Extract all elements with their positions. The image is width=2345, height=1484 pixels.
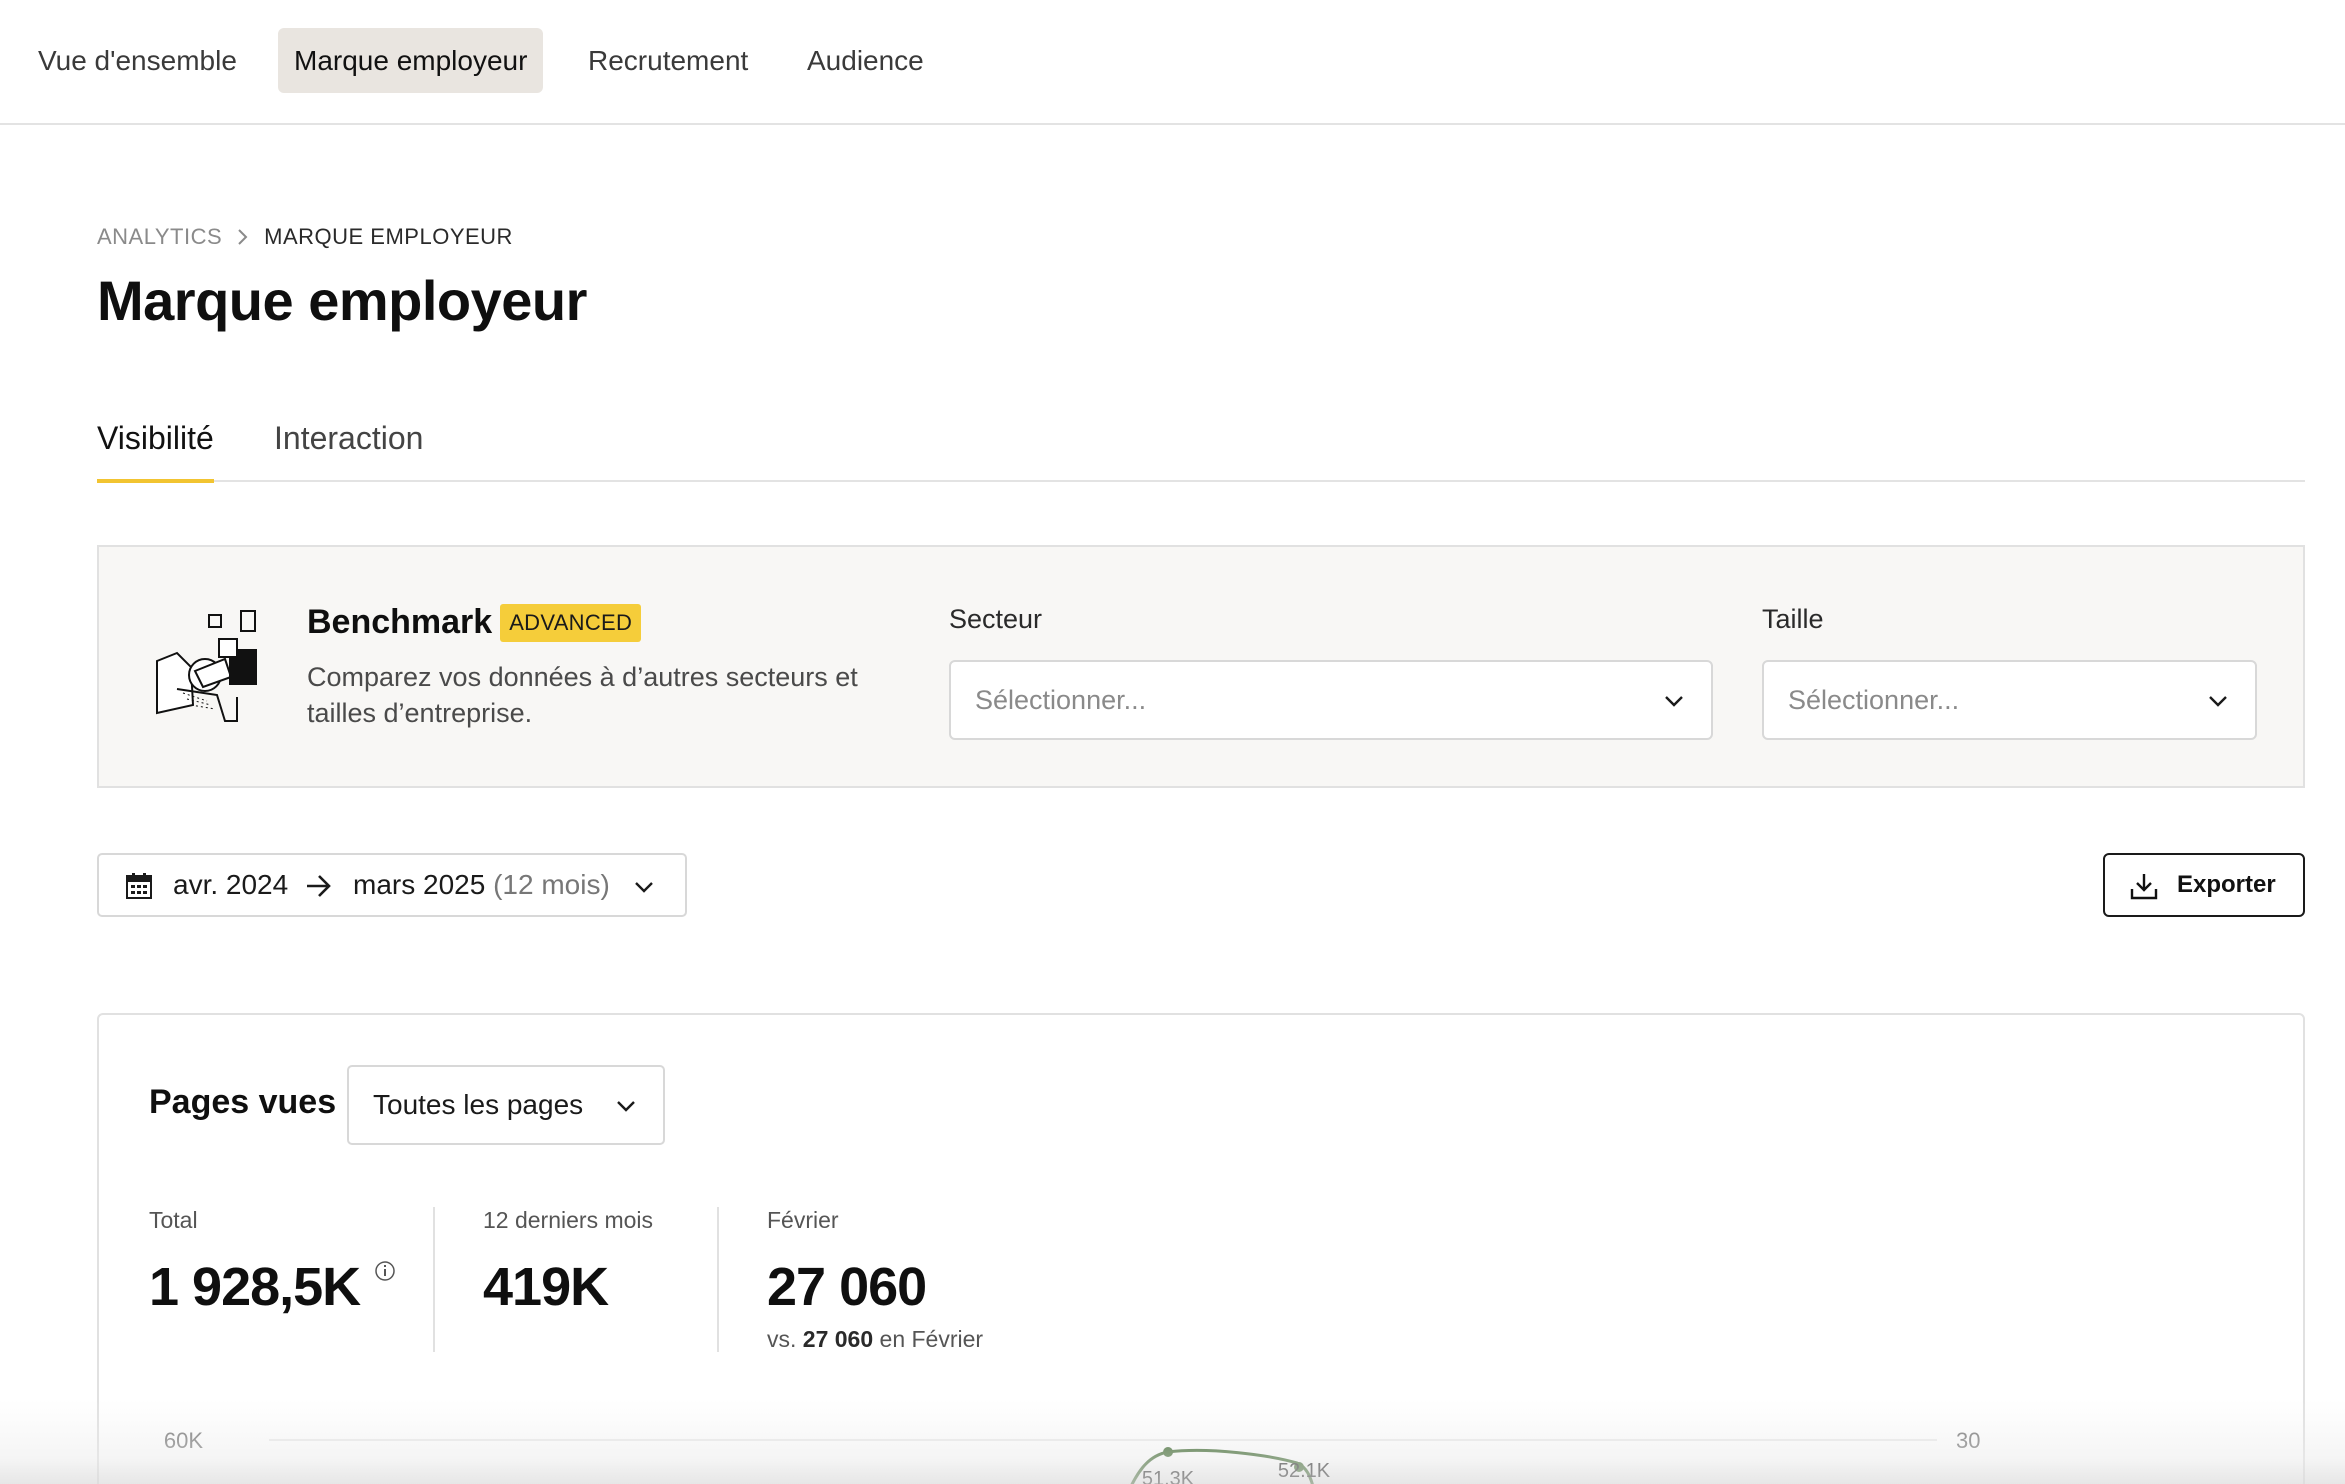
sector-label: Secteur <box>949 604 1043 634</box>
date-duration: (12 mois) <box>493 869 610 900</box>
telescope-illustration-icon <box>156 610 257 722</box>
nav-tab-recruitment[interactable]: Recrutement <box>572 28 764 93</box>
breadcrumb-current: MARQUE EMPLOYEUR <box>264 224 513 249</box>
data-label: 51.3K <box>1142 1468 1195 1484</box>
nav-tab-overview[interactable]: Vue d'ensemble <box>22 28 253 93</box>
chevron-down-icon <box>635 882 653 893</box>
export-button[interactable]: Exporter <box>2103 853 2305 917</box>
chevron-right-icon <box>238 229 248 245</box>
page-title: Marque employeur <box>97 269 587 332</box>
nav-tab-employer-brand[interactable]: Marque employeur <box>278 28 544 93</box>
sector-placeholder: Sélectionner... <box>975 685 1147 715</box>
export-label: Exporter <box>2177 871 2276 898</box>
top-nav: Vue d'ensemble Marque employeur Recrutem… <box>0 0 2345 125</box>
subtabs: Visibilité Interaction <box>97 412 2305 483</box>
date-end: mars 2025 <box>353 869 486 900</box>
advanced-badge: ADVANCED <box>500 603 642 642</box>
arrow-right-icon <box>307 875 331 897</box>
size-label: Taille <box>1762 604 1824 634</box>
page-views-card: Pages vues Toutes les pages Total 1 928,… <box>97 1013 2305 1484</box>
benchmark-description: Comparez vos données à d’autres secteurs… <box>307 662 858 728</box>
page-views-chart: 60K 30 51.3K 52.1K <box>164 1428 1980 1484</box>
y-right-tick: 30 <box>1956 1428 1980 1453</box>
calendar-icon <box>126 873 152 899</box>
size-placeholder: Sélectionner... <box>1788 685 1960 715</box>
breadcrumb-root[interactable]: ANALYTICS <box>97 224 222 250</box>
benchmark-panel: Benchmark ADVANCED Comparez vos données … <box>97 545 2305 788</box>
y-left-tick: 60K <box>164 1428 203 1453</box>
sector-select[interactable]: Sélectionner... <box>949 660 1713 740</box>
breadcrumb: ANALYTICS MARQUE EMPLOYEUR <box>97 224 513 250</box>
data-point[interactable] <box>1163 1447 1173 1457</box>
download-icon <box>2130 874 2158 900</box>
size-select[interactable]: Sélectionner... <box>1762 660 2257 740</box>
chevron-down-icon <box>2209 696 2227 707</box>
nav-tab-audience[interactable]: Audience <box>791 28 940 93</box>
date-start: avr. 2024 <box>173 869 289 900</box>
benchmark-title: Benchmark <box>307 603 493 641</box>
benchmark-heading: Benchmark ADVANCED <box>307 603 642 642</box>
date-end-wrapper: mars 2025 (12 mois) <box>353 855 610 915</box>
date-range-picker[interactable]: avr. 2024 mars 2025 (12 mois) <box>97 853 687 917</box>
tab-visibility[interactable]: Visibilité <box>97 420 214 483</box>
chevron-down-icon <box>1665 696 1683 707</box>
tab-interaction[interactable]: Interaction <box>274 420 423 479</box>
data-label: 52.1K <box>1278 1460 1331 1482</box>
